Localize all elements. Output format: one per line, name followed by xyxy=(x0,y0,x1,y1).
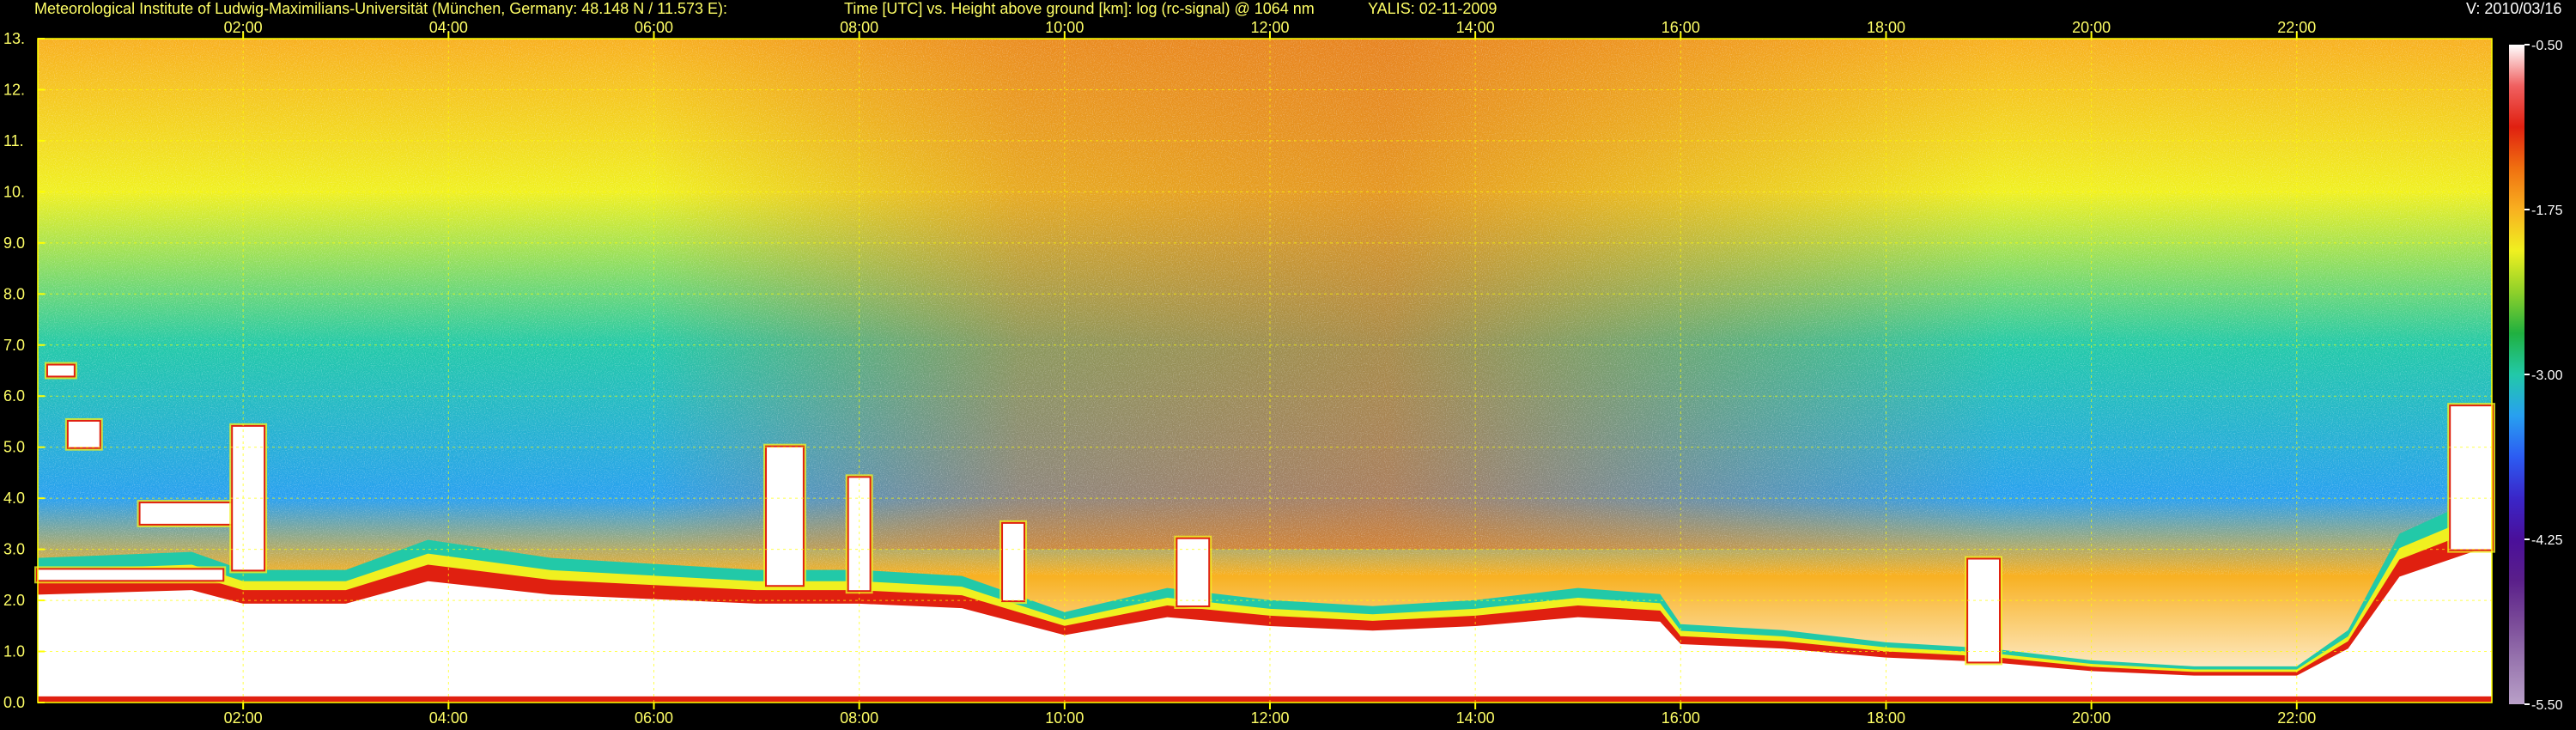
x-tick-label-top: 14:00 xyxy=(1456,19,1495,36)
x-tick-label-top: 16:00 xyxy=(1662,19,1700,36)
x-tick-label-top: 02:00 xyxy=(224,19,263,36)
x-tick-label-bottom: 16:00 xyxy=(1662,709,1700,727)
version-label: V: 2010/03/16 xyxy=(2466,0,2562,17)
x-tick-label-bottom: 08:00 xyxy=(840,709,878,727)
cloud-layer xyxy=(68,421,100,447)
x-tick-label-top: 12:00 xyxy=(1250,19,1289,36)
noise-overlay xyxy=(38,39,2492,575)
colorbar-tick-label: -5.50 xyxy=(2531,698,2563,713)
x-tick-label-bottom: 04:00 xyxy=(429,709,468,727)
plot-area xyxy=(34,38,2495,703)
cloud-layer xyxy=(47,365,74,376)
x-tick-label-bottom: 14:00 xyxy=(1456,709,1495,727)
x-tick-label-bottom: 18:00 xyxy=(1867,709,1905,727)
lidar-quicklook: 0.0 1.0 2.0 3.0 4.0 5.0 6.0 7.0 8.0 9.0 10. 11. 12. 1… xyxy=(0,0,2576,730)
y-tick-label: 1.0 xyxy=(3,643,25,660)
cloud-layer xyxy=(38,569,223,581)
cloud-layer xyxy=(140,503,244,524)
x-tick-label-bottom: 22:00 xyxy=(2277,709,2316,727)
x-axis-top: 02:00 04:00 06:00 08:00 10:00 12:00 14:00 16:00… xyxy=(224,19,2316,39)
x-tick-label-bottom: 10:00 xyxy=(1045,709,1084,727)
cloud-layer xyxy=(2451,406,2492,550)
x-tick-label-top: 10:00 xyxy=(1045,19,1084,36)
colorbar: -0.50 -1.75 -3.00 -4.25 -5.50 xyxy=(2509,39,2563,713)
instrument-date-label: YALIS: 02-11-2009 xyxy=(1368,0,1498,17)
y-tick-label: 11. xyxy=(3,132,24,149)
x-tick-label-bottom: 12:00 xyxy=(1250,709,1289,727)
y-tick-label: 13. xyxy=(3,30,25,47)
y-tick-label: 0.0 xyxy=(3,694,25,711)
cloud-layer xyxy=(1003,523,1024,601)
cloud-layer xyxy=(767,447,803,586)
colorbar-tick-label: -3.00 xyxy=(2531,368,2563,383)
colorbar-tick-label: -0.50 xyxy=(2531,39,2563,53)
y-tick-label: 8.0 xyxy=(3,285,25,302)
y-tick-label: 5.0 xyxy=(3,439,25,456)
y-tick-label: 6.0 xyxy=(3,387,25,405)
colorbar-tick-label: -4.25 xyxy=(2531,533,2563,548)
colorbar-scale xyxy=(2509,45,2524,704)
x-tick-label-bottom: 02:00 xyxy=(224,709,263,727)
x-tick-label-top: 20:00 xyxy=(2072,19,2111,36)
institute-label: Meteorological Institute of Ludwig-Maxim… xyxy=(34,0,728,17)
y-tick-label: 2.0 xyxy=(3,592,25,609)
y-tick-label: 9.0 xyxy=(3,234,25,252)
near-ground-signal xyxy=(38,696,2492,703)
x-tick-label-bottom: 06:00 xyxy=(635,709,673,727)
colorbar-tick-label: -1.75 xyxy=(2531,204,2563,218)
x-tick-label-top: 04:00 xyxy=(429,19,468,36)
x-tick-label-top: 06:00 xyxy=(635,19,673,36)
x-tick-label-top: 08:00 xyxy=(840,19,878,36)
x-tick-label-top: 18:00 xyxy=(1867,19,1905,36)
x-tick-label-bottom: 20:00 xyxy=(2072,709,2111,727)
chart-svg: 0.0 1.0 2.0 3.0 4.0 5.0 6.0 7.0 8.0 9.0 10. 11. 12. 1… xyxy=(3,19,2563,727)
cloud-layer xyxy=(1968,559,2000,662)
x-tick-label-top: 22:00 xyxy=(2277,19,2316,36)
axis-description: Time [UTC] vs. Height above ground [km]:… xyxy=(844,0,1315,17)
y-tick-label: 7.0 xyxy=(3,337,25,354)
y-tick-label: 12. xyxy=(3,81,25,98)
y-tick-label: 4.0 xyxy=(3,490,25,507)
y-tick-label: 3.0 xyxy=(3,541,25,558)
y-tick-label: 10. xyxy=(3,183,25,200)
x-axis-bottom: 02:00 04:00 06:00 08:00 10:00 12:00 14:00 16:00… xyxy=(224,703,2316,727)
